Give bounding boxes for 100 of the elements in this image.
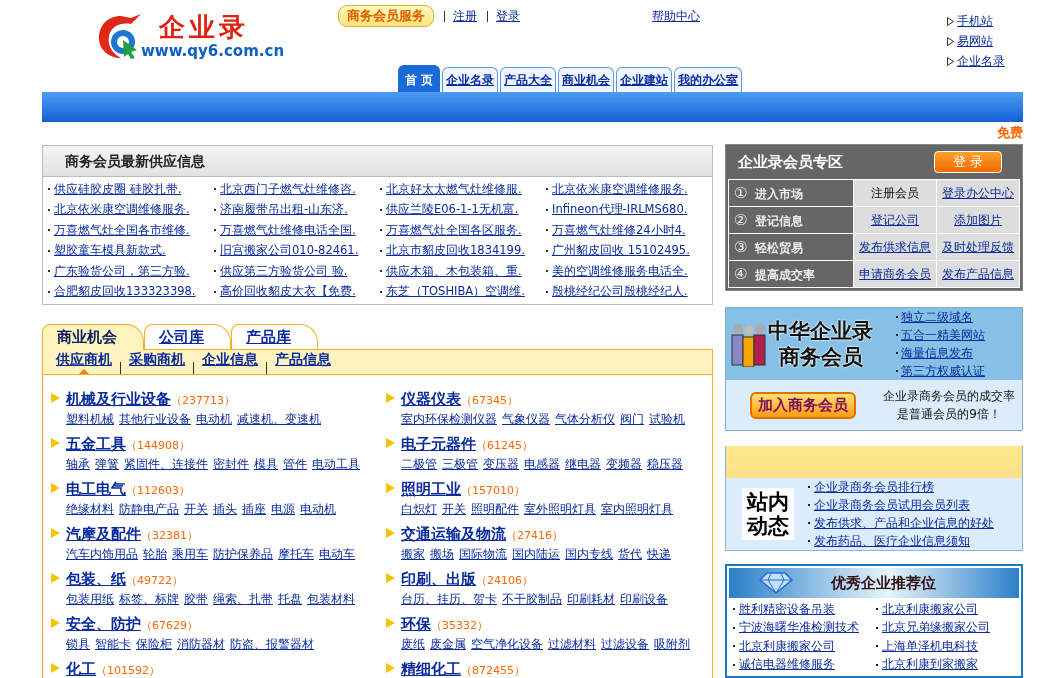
- subcategory-link[interactable]: 密封件: [213, 456, 249, 473]
- subcategory-link[interactable]: 电动车: [319, 546, 355, 563]
- subcategory-link[interactable]: 汽车内饰用品: [66, 546, 138, 563]
- subcategory-link[interactable]: 电源: [271, 501, 295, 518]
- supply-link[interactable]: 供应硅胶皮圈 硅胶扎带.: [54, 181, 182, 197]
- subcategory-link[interactable]: 货代: [618, 546, 642, 563]
- supply-link[interactable]: 万喜燃气灶维修电话全国.: [220, 222, 356, 238]
- subcategory-link[interactable]: 智能卡: [95, 636, 131, 653]
- subcategory-link[interactable]: 胶带: [184, 591, 208, 608]
- subcategory-link[interactable]: 白炽灯: [401, 501, 437, 518]
- category-title[interactable]: 环保: [401, 615, 431, 634]
- subcategory-link[interactable]: 国际物流: [459, 546, 507, 563]
- subcategory-link[interactable]: 变频器: [606, 456, 642, 473]
- category-title[interactable]: 五金工具: [66, 435, 126, 454]
- supply-link[interactable]: 合肥貂皮回收133323398.: [54, 284, 196, 300]
- side-link[interactable]: 企业名录: [957, 53, 1005, 70]
- nav-tab[interactable]: 企业建站: [616, 67, 673, 92]
- subcategory-tab[interactable]: 企业信息: [202, 351, 258, 374]
- category-title[interactable]: 化工: [66, 660, 96, 678]
- subcategory-link[interactable]: 防护保养品: [213, 546, 273, 563]
- nav-tab[interactable]: 产品大全: [500, 67, 557, 92]
- news-link[interactable]: 发布药品、医疗企业信息须知: [814, 532, 970, 550]
- subcategory-link[interactable]: 废纸: [401, 636, 425, 653]
- category-title[interactable]: 电子元器件: [401, 435, 476, 454]
- subcategory-link[interactable]: 变压器: [483, 456, 519, 473]
- company-link[interactable]: 胜利精密设备吊装: [739, 600, 835, 618]
- subcategory-link[interactable]: 绝缘材料: [66, 501, 114, 518]
- supply-link[interactable]: 供应兰陵E06-1-1无机富.: [386, 202, 519, 218]
- top-link[interactable]: 注册: [453, 7, 477, 25]
- supply-link[interactable]: Infineon代理-IRLMS680.: [552, 202, 688, 218]
- subcategory-link[interactable]: 继电器: [565, 456, 601, 473]
- subcategory-link[interactable]: 防盗、报警器材: [230, 636, 314, 653]
- category-title[interactable]: 汽摩及配件: [66, 525, 141, 544]
- help-link[interactable]: 帮助中心: [652, 7, 700, 25]
- subcategory-link[interactable]: 绳索、扎带: [213, 591, 273, 608]
- feature-link[interactable]: 五合一精美网站: [901, 326, 985, 344]
- feature-link[interactable]: 第三方权威认证: [901, 362, 985, 380]
- subcategory-link[interactable]: 台历、挂历、贺卡: [401, 591, 497, 608]
- company-link[interactable]: 上海单泽机电科技: [882, 637, 978, 655]
- subcategory-link[interactable]: 包装用纸: [66, 591, 114, 608]
- subcategory-link[interactable]: 电动机: [300, 501, 336, 518]
- supply-link[interactable]: 殷桃经纪公司殷桃经纪人.: [552, 284, 688, 300]
- category-title[interactable]: 印刷、出版: [401, 570, 476, 589]
- subcategory-link[interactable]: 快递: [647, 546, 671, 563]
- side-link[interactable]: 手机站: [957, 13, 993, 30]
- subcategory-link[interactable]: 搬场: [430, 546, 454, 563]
- category-title[interactable]: 交通运输及物流: [401, 525, 506, 544]
- supply-link[interactable]: 广州貂皮回收 15102495.: [552, 243, 690, 259]
- subcategory-link[interactable]: 印刷耗材: [567, 591, 615, 608]
- supply-link[interactable]: 塑胶童车模具新款式.: [54, 243, 166, 259]
- category-title[interactable]: 仪器仪表: [401, 390, 461, 409]
- news-link[interactable]: 发布供求、产品和企业信息的好处: [814, 514, 994, 532]
- subcategory-link[interactable]: 废金属: [430, 636, 466, 653]
- subcategory-link[interactable]: 电感器: [524, 456, 560, 473]
- subcategory-link[interactable]: 塑料机械: [66, 411, 114, 428]
- supply-link[interactable]: 旧宫搬家公司010-82461.: [220, 243, 359, 259]
- subcategory-link[interactable]: 气体分析仪: [555, 411, 615, 428]
- subcategory-link[interactable]: 试验机: [649, 411, 685, 428]
- supply-link[interactable]: 万喜燃气灶维修24小时4.: [552, 222, 686, 238]
- news-link[interactable]: 企业录商务会员试用会员列表: [814, 496, 970, 514]
- join-button[interactable]: 加入商务会员: [750, 391, 856, 419]
- subcategory-link[interactable]: 过滤设备: [601, 636, 649, 653]
- subcategory-link[interactable]: 电动工具: [312, 456, 360, 473]
- feature-link[interactable]: 独立二级域名: [901, 308, 973, 326]
- supply-link[interactable]: 美的空调维修服务电话全.: [552, 263, 688, 279]
- company-link[interactable]: 北京利康搬家公司: [739, 637, 835, 655]
- subcategory-link[interactable]: 室内照明灯具: [601, 501, 673, 518]
- subcategory-link[interactable]: 开关: [442, 501, 466, 518]
- supply-link[interactable]: 北京依米康空调维修服务.: [54, 202, 190, 218]
- subcategory-link[interactable]: 摩托车: [278, 546, 314, 563]
- subcategory-link[interactable]: 开关: [184, 501, 208, 518]
- subcategory-link[interactable]: 包装材料: [307, 591, 355, 608]
- nav-tab[interactable]: 我的办公室: [674, 67, 743, 92]
- subcategory-link[interactable]: 吸附剂: [654, 636, 690, 653]
- subcategory-link[interactable]: 紧固件、连接件: [124, 456, 208, 473]
- subcategory-tab[interactable]: 产品信息: [275, 351, 331, 374]
- supply-link[interactable]: 供应第三方验货公司 验.: [220, 263, 348, 279]
- subcategory-link[interactable]: 国内专线: [565, 546, 613, 563]
- top-link[interactable]: 登录: [496, 7, 520, 25]
- subcategory-link[interactable]: 模具: [254, 456, 278, 473]
- subcategory-link[interactable]: 保险柜: [136, 636, 172, 653]
- subcategory-link[interactable]: 照明配件: [471, 501, 519, 518]
- subcategory-link[interactable]: 电动机: [196, 411, 232, 428]
- subcategory-link[interactable]: 印刷设备: [620, 591, 668, 608]
- category-title[interactable]: 照明工业: [401, 480, 461, 499]
- category-tab[interactable]: 公司库: [144, 324, 231, 349]
- subcategory-link[interactable]: 弹簧: [95, 456, 119, 473]
- supply-link[interactable]: 供应木箱、木包装箱、重.: [386, 263, 522, 279]
- company-link[interactable]: 诚信电器维修服务: [739, 656, 835, 674]
- subcategory-link[interactable]: 减速机、变速机: [237, 411, 321, 428]
- supply-link[interactable]: 东芝（TOSHIBA）空调维.: [386, 284, 525, 300]
- subcategory-link[interactable]: 不干胶制品: [502, 591, 562, 608]
- subcategory-link[interactable]: 过滤材料: [548, 636, 596, 653]
- subcategory-link[interactable]: 空气净化设备: [471, 636, 543, 653]
- subcategory-link[interactable]: 搬家: [401, 546, 425, 563]
- supply-link[interactable]: 北京市貂皮回收1834199.: [386, 243, 525, 259]
- company-link[interactable]: 宁波海曙华准检测技术: [739, 619, 859, 637]
- subcategory-link[interactable]: 三极管: [442, 456, 478, 473]
- subcategory-link[interactable]: 国内陆运: [512, 546, 560, 563]
- company-link[interactable]: 北京利康到家搬家: [882, 656, 978, 674]
